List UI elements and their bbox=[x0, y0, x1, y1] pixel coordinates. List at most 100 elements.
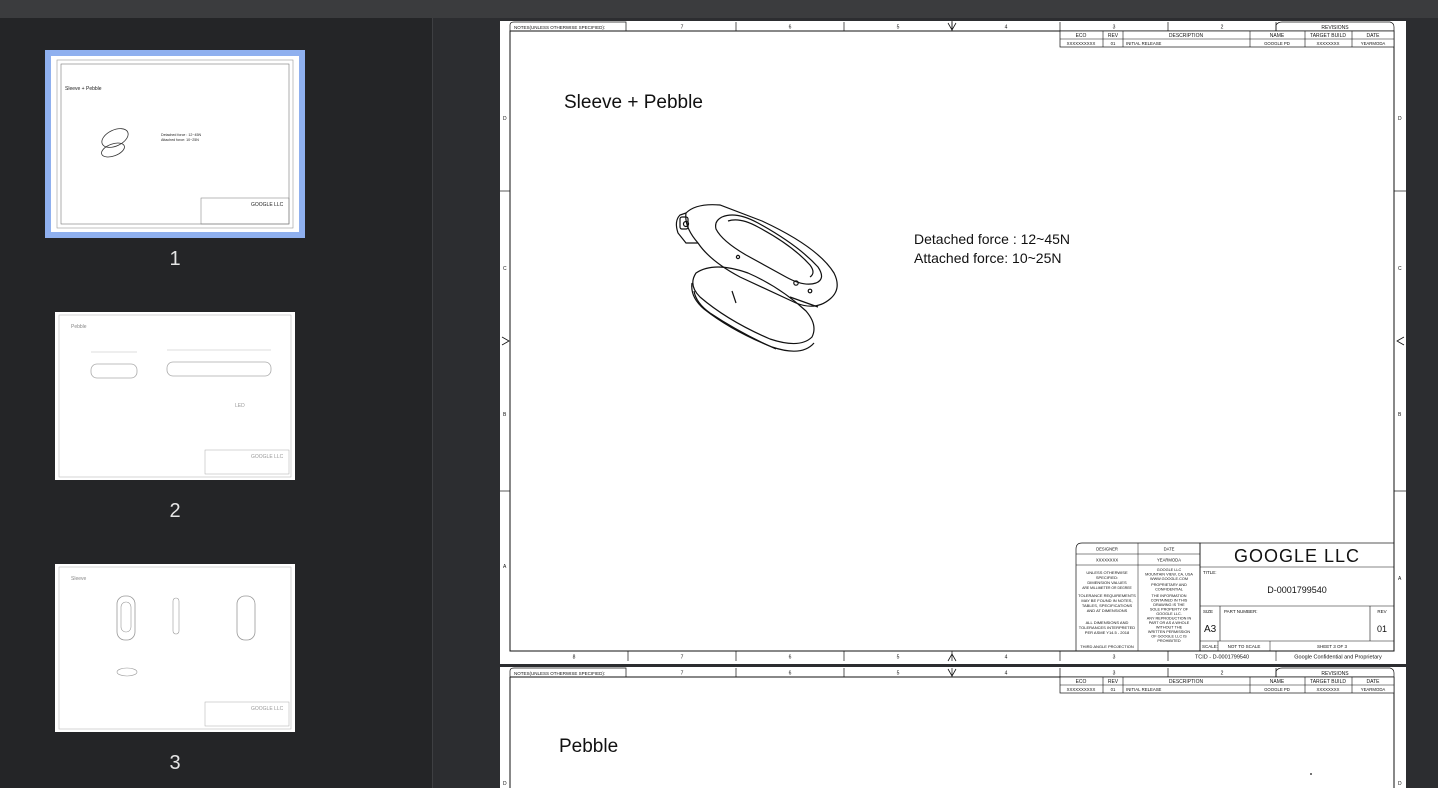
sheet2-rev-row-rev: 01 bbox=[1111, 687, 1116, 692]
sheet2-revisions-title: REVISIONS bbox=[1321, 671, 1349, 677]
rev-header-eco: ECO bbox=[1076, 33, 1087, 39]
sheet2-rev-row-target-build: XXXXXXXX bbox=[1317, 687, 1340, 692]
sheet2-rev-header-eco: ECO bbox=[1076, 679, 1087, 685]
thumb3-company: GOOGLE LLC bbox=[251, 706, 284, 712]
title-block: DESIGNER DATE XXXXXXXX YEARMODA UNLESS O… bbox=[1075, 542, 1395, 661]
sheet-number: SHEET 3 OF 3 bbox=[1317, 644, 1347, 649]
scale-label: SCALE: bbox=[1202, 644, 1218, 649]
col-num-top-2: 2 bbox=[1221, 25, 1224, 31]
sheet2-rev-row-name: GOOGLE PD bbox=[1264, 687, 1290, 692]
row-letter-right-c: C bbox=[1398, 266, 1402, 272]
thumb2-pebble-sketch bbox=[90, 349, 272, 379]
col-num-bottom-5: 5 bbox=[897, 655, 900, 661]
address-line-3: WWW.GOOGLE.COM bbox=[1150, 577, 1188, 581]
page-number-3: 3 bbox=[169, 752, 181, 774]
thumb1-device-sketch bbox=[101, 128, 129, 158]
col-num-top-6: 6 bbox=[789, 25, 792, 31]
rev-row-target-build: XXXXXXXX bbox=[1317, 41, 1340, 46]
info-line-6: ANY REPRODUCTION IN bbox=[1147, 617, 1192, 621]
date-value: YEARMODA bbox=[1157, 558, 1181, 563]
sheet2-col-num-7: 7 bbox=[681, 671, 684, 677]
sheet2-col-num-3: 3 bbox=[1113, 671, 1116, 677]
rev-value: 01 bbox=[1377, 624, 1387, 634]
size-label: SIZE bbox=[1203, 609, 1213, 614]
tcid-label: TCID - D-0001799540 bbox=[1195, 655, 1249, 661]
page-thumbnail-1[interactable]: Sleeve + Pebble Detached force : 12~45N … bbox=[45, 50, 305, 238]
thumbnail-sidebar[interactable]: Sleeve + Pebble Detached force : 12~45N … bbox=[0, 18, 432, 788]
sheet2-drawing-title: Pebble bbox=[559, 736, 618, 757]
rev-row-date: YEARMODA bbox=[1361, 41, 1386, 46]
sheet2-revisions-table: REVISIONS ECO REV DESCRIPTION NAME TARGE… bbox=[1059, 667, 1395, 694]
col-num-bottom-4: 4 bbox=[1005, 655, 1008, 661]
col-num-bottom-8: 8 bbox=[573, 655, 576, 661]
size-value: A3 bbox=[1204, 624, 1217, 635]
row-letter-left-a: A bbox=[503, 564, 507, 570]
info-line-3: DRAWING IS THE bbox=[1153, 603, 1185, 607]
col-num-bottom-6: 6 bbox=[789, 655, 792, 661]
rev-row-eco: XXXXXXXXXX bbox=[1067, 41, 1096, 46]
row-letter-left-c: C bbox=[503, 266, 507, 272]
sheet2-rev-row-date: YEARMODA bbox=[1361, 687, 1386, 692]
sheet2-rev-row-description: INITIAL RELEASE bbox=[1126, 687, 1162, 692]
rev-header-date: DATE bbox=[1367, 33, 1381, 39]
page-number-2: 2 bbox=[169, 500, 181, 522]
rev-label: REV bbox=[1377, 609, 1386, 614]
notes-label: NOTES(UNLESS OTHERWISE SPECIFIED): bbox=[514, 25, 605, 30]
info-line-7: PART OR AS A WHOLE bbox=[1149, 621, 1190, 625]
address-line-1: GOOGLE LLC bbox=[1157, 568, 1182, 572]
info-line-9: WRITTEN PERMISSION bbox=[1148, 630, 1190, 634]
sheet2-rev-header-name: NAME bbox=[1270, 679, 1285, 685]
part-number-label: PART NUMBER: bbox=[1224, 609, 1258, 614]
row-letter-left-b: B bbox=[503, 412, 507, 418]
thumb3-sleeve-sketch bbox=[116, 595, 256, 677]
sheet2-rev-header-rev: REV bbox=[1108, 679, 1119, 685]
document-view[interactable]: NOTES(UNLESS OTHERWISE SPECIFIED): 7 6 5… bbox=[433, 18, 1438, 788]
dims-line-3: PER ASME Y14.5 - 2018 bbox=[1085, 630, 1130, 635]
title-label: TITLE: bbox=[1203, 570, 1217, 575]
thumb3-title: Sleeve bbox=[71, 576, 87, 582]
tolerance-line-4: AND AT DIMENSIONS bbox=[1087, 608, 1128, 613]
col-num-top-5: 5 bbox=[897, 25, 900, 31]
page-number-1: 1 bbox=[169, 248, 181, 270]
projection-label: THIRD ANGLE PROJECTION bbox=[1080, 644, 1134, 649]
detached-force-text: Detached force : 12~45N bbox=[914, 231, 1070, 247]
sheet2-col-num-6: 6 bbox=[789, 671, 792, 677]
rev-header-rev: REV bbox=[1108, 33, 1119, 39]
sleeve-pebble-illustration bbox=[675, 204, 838, 352]
row-letter-right-d: D bbox=[1398, 116, 1402, 122]
sheet2-dot-mark bbox=[1310, 773, 1312, 775]
sheet2-row-letter-right-d: D bbox=[1398, 781, 1402, 787]
row-letter-right-a: A bbox=[1398, 576, 1402, 582]
proprietary-line-1: PROPRIETARY AND bbox=[1151, 583, 1187, 587]
rev-row-description: INITIAL RELEASE bbox=[1126, 41, 1162, 46]
info-line-4: SOLE PROPERTY OF bbox=[1150, 608, 1189, 612]
designer-label: DESIGNER bbox=[1096, 547, 1118, 552]
thumb1-line2: Attached force: 10~25N bbox=[161, 138, 199, 142]
revisions-table: REVISIONS ECO REV DESCRIPTION NAME TARGE… bbox=[1059, 21, 1395, 48]
title-value: D-0001799540 bbox=[1267, 585, 1327, 595]
info-line-1: THE INFORMATION bbox=[1152, 594, 1187, 598]
col-num-bottom-7: 7 bbox=[681, 655, 684, 661]
rev-row-name: GOOGLE PD bbox=[1264, 41, 1290, 46]
drawing-title: Sleeve + Pebble bbox=[564, 92, 703, 113]
top-toolbar bbox=[0, 0, 1438, 18]
page-thumbnail-2[interactable]: Pebble LED GOOGLE LLC bbox=[55, 312, 295, 480]
sheet2-notes-label: NOTES(UNLESS OTHERWISE SPECIFIED): bbox=[514, 671, 605, 676]
info-line-10: OF GOOGLE LLC IS bbox=[1151, 635, 1187, 639]
col-num-top-3: 3 bbox=[1113, 25, 1116, 31]
designer-value: XXXXXXXX bbox=[1096, 558, 1119, 563]
rev-header-target-build: TARGET BUILD bbox=[1310, 33, 1346, 39]
company-name: GOOGLE LLC bbox=[1234, 546, 1360, 566]
page-thumbnail-3[interactable]: Sleeve GOOGLE LLC bbox=[55, 564, 295, 732]
sheet2-rev-header-target-build: TARGET BUILD bbox=[1310, 679, 1346, 685]
scale-value: NOT TO SCALE bbox=[1228, 644, 1261, 649]
info-line-8: WITHOUT THE bbox=[1156, 626, 1183, 630]
rev-header-description: DESCRIPTION bbox=[1169, 33, 1204, 39]
proprietary-line-2: CONFIDENTIAL bbox=[1155, 588, 1183, 592]
col-num-top-4: 4 bbox=[1005, 25, 1008, 31]
sheet2-rev-header-date: DATE bbox=[1367, 679, 1381, 685]
rev-row-rev: 01 bbox=[1111, 41, 1116, 46]
rev-header-name: NAME bbox=[1270, 33, 1285, 39]
thumb2-title: Pebble bbox=[71, 324, 87, 330]
confidential-label: Google Confidential and Proprietary bbox=[1294, 655, 1382, 661]
